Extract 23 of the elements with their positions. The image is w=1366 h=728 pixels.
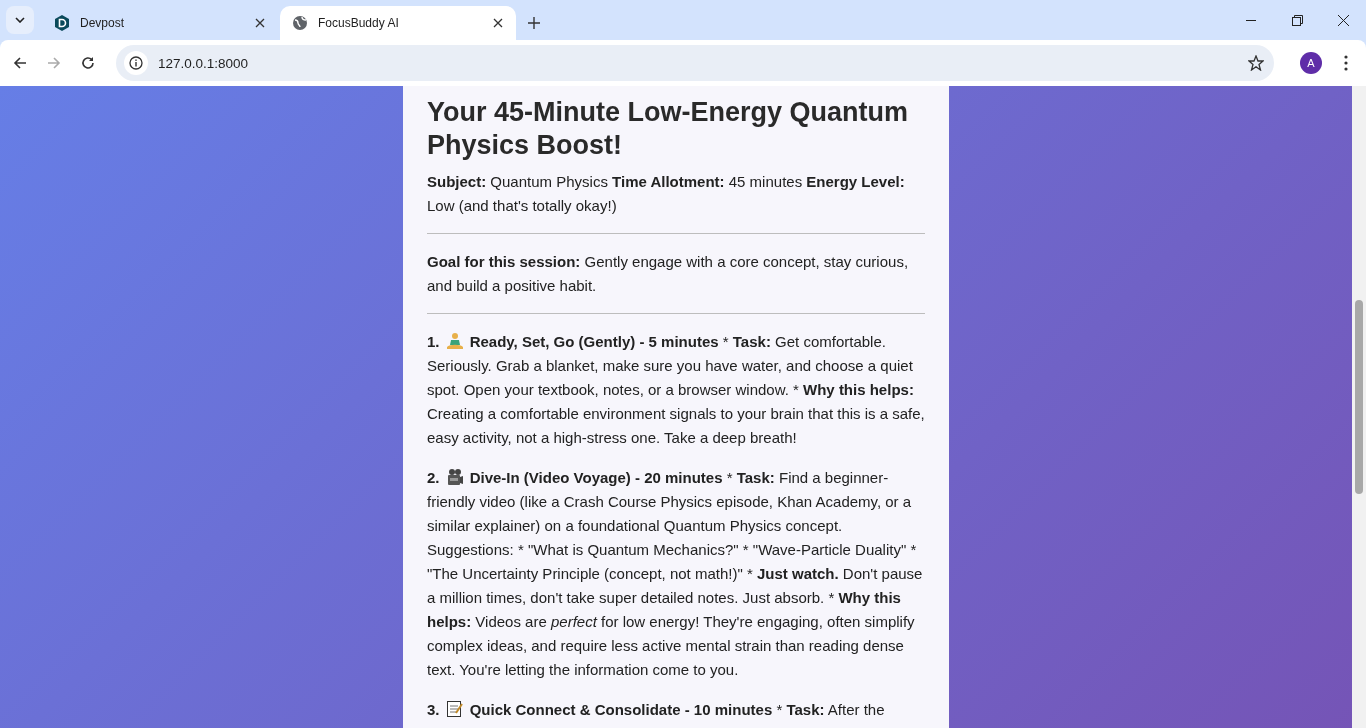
chevron-down-icon xyxy=(15,17,25,23)
step-text: 2. Dive-In (Video Voyage) - 20 minutes* Task: Find a beginner-friendly video (like a Crash Course Physics episode, Khan Academy, or a similar explainer) on a foundational Quantum Physics concept. Suggestions: * "What is Quantum Mechanics?" * "Wave-Particle Duality" * "The Uncertainty Principle (concept, not math!)" *Just watch. Don't pause a million times, don't take super detailed notes. Just absorb. *Why this helps: Videos are perfect for low energy! They're engaging, often simplify complex ideas, and require less active mental strain than reading dense text. You're letting the information come to you. xyxy=(427,467,924,680)
memo-icon xyxy=(445,700,464,718)
info-icon[interactable] xyxy=(124,51,148,75)
url-text: 127.0.0.1:8000 xyxy=(158,55,250,71)
tab-search-button[interactable] xyxy=(6,6,34,34)
step-text: 1. Ready, Set, Go (Gently) - 5 minutes* Task: Get comfortable. Seriously. Grab a blanket, make sure you have water, and choose a quiet spot. Open your textbook, notes, or a browser window. *Why this helps: Creating a comfortable environment signals to your brain that this is a safe, easy activity, not a high-stress one. Take a deep breath! xyxy=(427,331,925,448)
star-icon[interactable] xyxy=(1246,53,1266,73)
browser-tab[interactable]: FocusBuddy AI xyxy=(280,6,516,40)
meditating-figure-icon xyxy=(445,332,464,350)
browser-tab[interactable]: Devpost xyxy=(42,6,278,40)
video-camera-icon xyxy=(445,468,464,486)
globe-icon xyxy=(292,15,308,31)
address-bar[interactable]: 127.0.0.1:8000 xyxy=(116,45,1274,81)
plan-summary: Subject: Quantum Physics Time Allotment: 45 minutes Energy Level: Low (and that's totally okay!) xyxy=(427,173,905,214)
step-text: 3. Quick Connect & Consolidate - 10 minutes* Task: After the xyxy=(427,699,886,720)
tab-title: Devpost xyxy=(80,16,126,30)
scrollbar[interactable] xyxy=(1352,86,1366,728)
plan-title: Your 45-Minute Low-Energy Quantum Physics Boost! xyxy=(427,96,910,162)
profile-avatar[interactable]: A xyxy=(1300,52,1322,74)
tab-title: FocusBuddy AI xyxy=(318,16,400,30)
session-goal: Goal for this session: Gently engage with a core concept, stay curious, and build a positive habit. xyxy=(427,253,909,294)
tab-logo-icon xyxy=(54,15,70,31)
